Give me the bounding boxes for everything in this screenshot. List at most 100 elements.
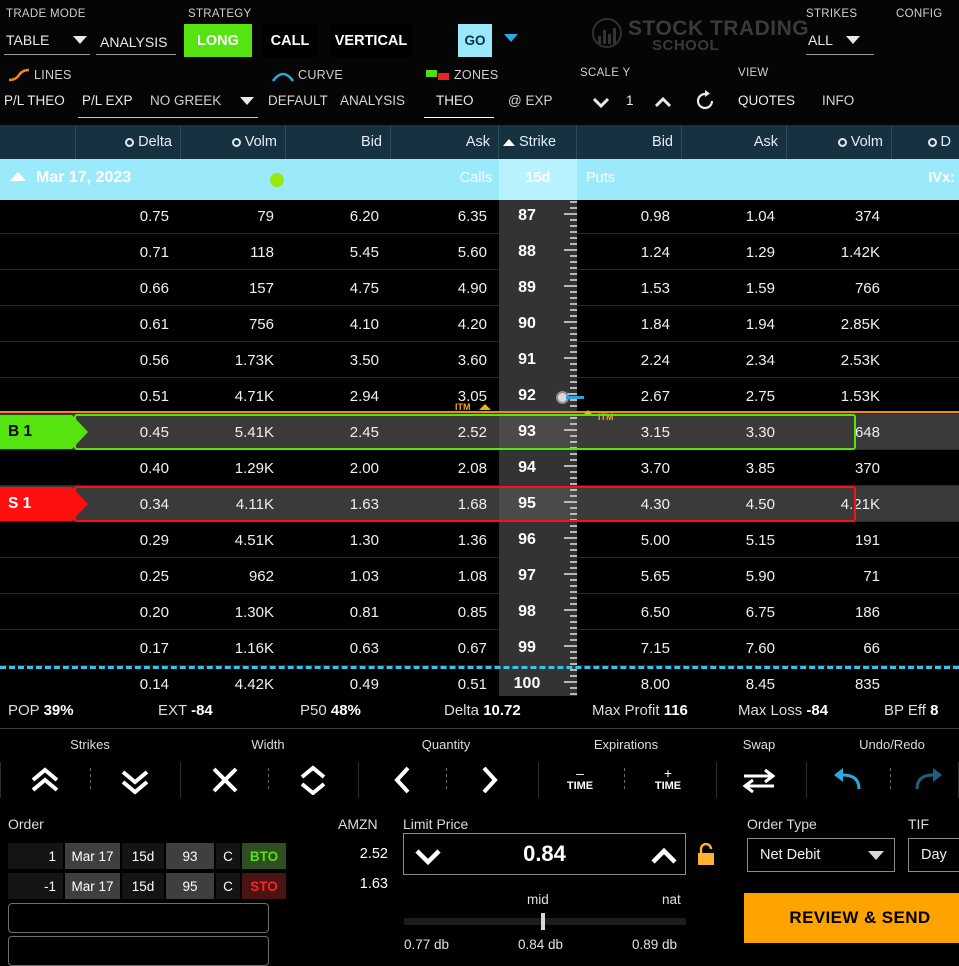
cell-delta[interactable]: 0.34 [76, 486, 181, 522]
cell-delta[interactable]: 0.66 [76, 270, 181, 306]
col-ask[interactable]: Ask [391, 125, 499, 159]
cell-delta[interactable]: 0.20 [76, 594, 181, 630]
cell-delta[interactable]: 0.17 [76, 630, 181, 666]
col-put-bid[interactable]: Bid [577, 125, 682, 159]
cell-ask[interactable]: 2.52 [391, 414, 499, 450]
cell-pask[interactable]: 5.15 [682, 522, 787, 558]
empty-leg-slot-2[interactable] [8, 936, 269, 966]
scale-y-down-icon[interactable] [592, 96, 610, 114]
strike-value[interactable]: 91 [499, 342, 555, 378]
strike-value[interactable]: 99 [499, 630, 555, 666]
cell-delta[interactable]: 0.40 [76, 450, 181, 486]
order-leg-1[interactable]: 1 Mar 17 15d 93 C BTO [8, 843, 286, 869]
cell-bid[interactable]: 2.94 [286, 378, 391, 414]
cell-bid[interactable]: 2.00 [286, 450, 391, 486]
table-row[interactable]: 0.61 756 4.10 4.20 1.84 1.94 2.85K 90 [0, 306, 959, 342]
price-slider-track[interactable] [404, 918, 686, 925]
redo-button[interactable] [906, 762, 952, 798]
cell-pvolm[interactable]: 191 [787, 522, 892, 558]
pl-exp-toggle[interactable]: P/L EXP [82, 93, 133, 108]
lines-toggle[interactable]: LINES [34, 68, 72, 82]
col-put-ask[interactable]: Ask [682, 125, 787, 159]
col-put-volm[interactable]: Volm [787, 125, 892, 159]
cell-volm[interactable]: 4.51K [181, 522, 286, 558]
cell-pask[interactable]: 7.60 [682, 630, 787, 666]
table-row[interactable]: 0.40 1.29K 2.00 2.08 3.70 3.85 370 94 [0, 450, 959, 486]
cell-bid[interactable]: 4.75 [286, 270, 391, 306]
cell-pbid[interactable]: 2.67 [577, 378, 682, 414]
col-bid[interactable]: Bid [286, 125, 391, 159]
cell-pbid[interactable]: 3.70 [577, 450, 682, 486]
cell-pvolm[interactable]: 766 [787, 270, 892, 306]
strike-value[interactable]: 96 [499, 522, 555, 558]
limit-price-increase-icon[interactable] [650, 847, 678, 871]
leg1-qty[interactable]: 1 [8, 843, 63, 869]
strike-value[interactable]: 98 [499, 594, 555, 630]
cell-pvolm[interactable]: 1.42K [787, 234, 892, 270]
strategy-spread-button[interactable]: VERTICAL [330, 24, 412, 57]
analysis-tab[interactable]: ANALYSIS [100, 34, 167, 50]
cell-ask[interactable]: 1.36 [391, 522, 499, 558]
cell-bid[interactable]: 6.20 [286, 200, 391, 234]
cell-pvolm[interactable]: 374 [787, 200, 892, 234]
cell-pask[interactable]: 3.85 [682, 450, 787, 486]
cell-bid[interactable]: 2.45 [286, 414, 391, 450]
cell-pask[interactable]: 3.30 [682, 414, 787, 450]
strike-value[interactable]: 93 [499, 414, 555, 450]
cell-pbid[interactable]: 1.24 [577, 234, 682, 270]
theo-tab[interactable]: THEO [436, 93, 474, 108]
cell-volm[interactable]: 4.71K [181, 378, 286, 414]
table-row[interactable]: 0.34 4.11K 1.63 1.68 4.30 4.50 4.21K 95 S 1 [0, 486, 959, 522]
cell-pask[interactable]: 2.34 [682, 342, 787, 378]
col-put-delta[interactable]: D [892, 125, 959, 159]
cell-bid[interactable]: 1.03 [286, 558, 391, 594]
cell-pbid[interactable]: 3.15 [577, 414, 682, 450]
price-slider-thumb[interactable] [541, 913, 545, 930]
at-exp-tab[interactable]: @ EXP [508, 93, 552, 108]
cell-pvolm[interactable]: 835 [787, 666, 892, 696]
cell-bid[interactable]: 1.63 [286, 486, 391, 522]
cell-ask[interactable]: 4.20 [391, 306, 499, 342]
expiration-plus-button[interactable]: + TIME [640, 762, 696, 798]
cell-pask[interactable]: 6.75 [682, 594, 787, 630]
col-strike[interactable]: Strike [499, 125, 577, 159]
table-row[interactable]: 0.17 1.16K 0.63 0.67 7.15 7.60 66 99 [0, 630, 959, 666]
quantity-decrease-button[interactable] [380, 762, 426, 798]
go-button[interactable]: GO [458, 24, 492, 57]
leg2-strike[interactable]: 95 [166, 873, 214, 899]
config-button[interactable]: CONFIG [896, 8, 943, 20]
cell-pask[interactable]: 2.75 [682, 378, 787, 414]
cell-pvolm[interactable]: 4.21K [787, 486, 892, 522]
leg1-strike[interactable]: 93 [166, 843, 214, 869]
greek-selector[interactable]: NO GREEK [150, 93, 221, 108]
cell-bid[interactable]: 0.81 [286, 594, 391, 630]
cell-pask[interactable]: 1.04 [682, 200, 787, 234]
leg2-action[interactable]: STO [242, 873, 286, 899]
zones-toggle[interactable]: ZONES [454, 68, 499, 82]
limit-price-decrease-icon[interactable] [414, 848, 442, 871]
cell-delta[interactable]: 0.61 [76, 306, 181, 342]
cell-pvolm[interactable]: 186 [787, 594, 892, 630]
cell-pbid[interactable]: 0.98 [577, 200, 682, 234]
cell-volm[interactable]: 962 [181, 558, 286, 594]
undo-button[interactable] [824, 762, 870, 798]
table-row[interactable]: 0.14 4.42K 0.49 0.51 8.00 8.45 835 100 [0, 666, 959, 696]
trade-mode-value[interactable]: TABLE [6, 32, 49, 48]
table-row[interactable]: 0.45 5.41K 2.45 2.52 3.15 3.30 648 93 B 1 [0, 414, 959, 450]
quotes-tab[interactable]: QUOTES [738, 93, 795, 108]
cell-pbid[interactable]: 1.53 [577, 270, 682, 306]
default-tab[interactable]: DEFAULT [268, 93, 328, 108]
cell-bid[interactable]: 4.10 [286, 306, 391, 342]
cell-pbid[interactable]: 8.00 [577, 666, 682, 696]
cell-ask[interactable]: 5.60 [391, 234, 499, 270]
cell-pvolm[interactable]: 66 [787, 630, 892, 666]
cell-bid[interactable]: 5.45 [286, 234, 391, 270]
leg2-expiry[interactable]: Mar 17 [65, 873, 120, 899]
cell-volm[interactable]: 4.42K [181, 666, 286, 696]
strikes-down-button[interactable] [112, 762, 158, 798]
cell-volm[interactable]: 1.29K [181, 450, 286, 486]
cell-volm[interactable]: 1.73K [181, 342, 286, 378]
table-row[interactable]: 0.29 4.51K 1.30 1.36 5.00 5.15 191 96 [0, 522, 959, 558]
cell-ask[interactable]: 2.08 [391, 450, 499, 486]
curve-toggle[interactable]: CURVE [298, 68, 343, 82]
